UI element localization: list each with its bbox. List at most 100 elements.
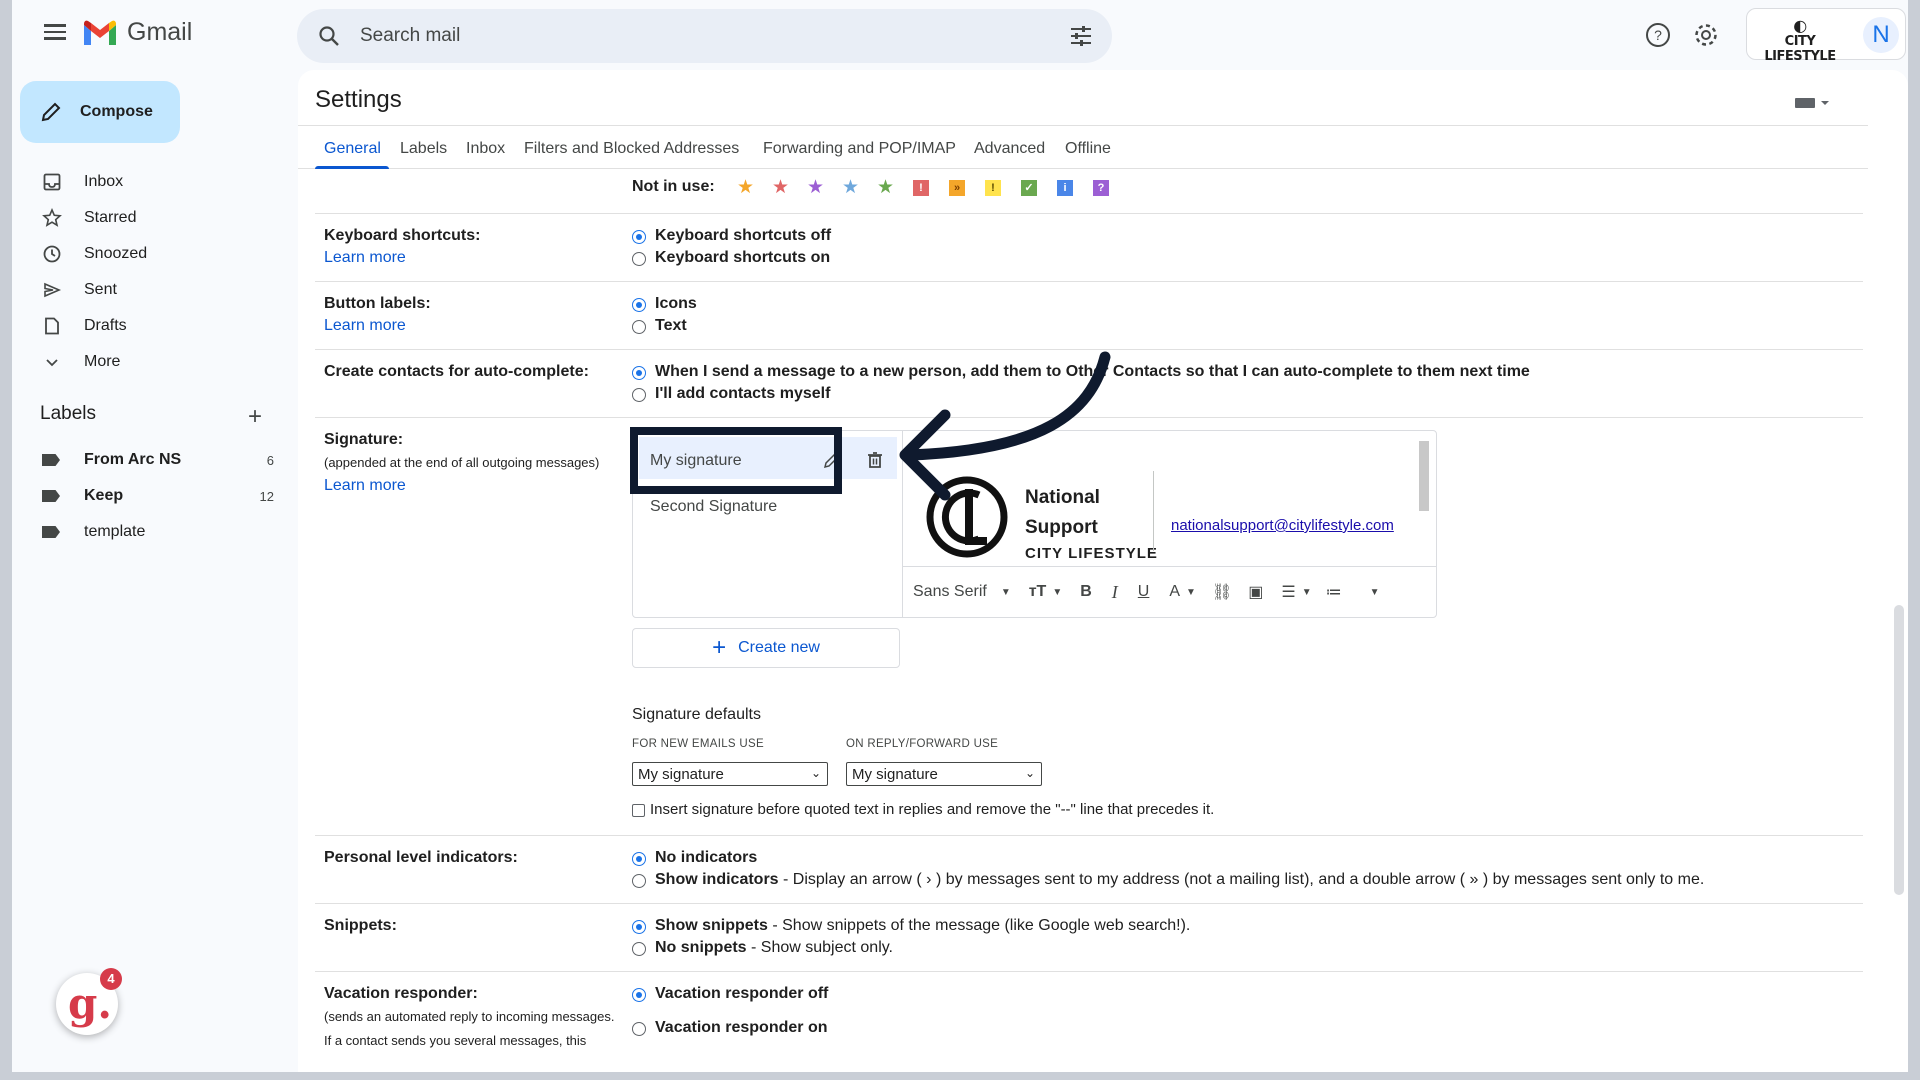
sidebar-item-snoozed[interactable]: Snoozed [12, 236, 292, 272]
show-indicators-label[interactable]: Show indicators - Display an arrow ( › )… [655, 871, 1704, 889]
vacation-off-radio[interactable] [632, 988, 646, 1002]
account-switcher[interactable]: ◐ CITY LIFESTYLE N [1746, 8, 1906, 64]
divider [315, 835, 1863, 836]
tab-inbox[interactable]: Inbox [466, 140, 505, 158]
yellow-bang-icon[interactable]: ! [985, 180, 1001, 196]
tab-offline[interactable]: Offline [1065, 140, 1111, 158]
green-check-icon[interactable]: ✓ [1021, 180, 1037, 196]
search-icon[interactable] [317, 24, 341, 48]
help-icon[interactable]: ? [1644, 21, 1672, 49]
plus-icon: + [712, 634, 727, 661]
keyboard-on-radio[interactable] [632, 252, 646, 266]
text-radio[interactable] [632, 320, 646, 334]
purple-star-icon[interactable]: ★ [804, 178, 827, 198]
sidebar-item-drafts[interactable]: Drafts [12, 308, 292, 344]
bold-icon[interactable]: B [1080, 583, 1092, 601]
compose-button[interactable]: Compose [20, 81, 180, 143]
add-label-icon[interactable]: + [248, 405, 262, 429]
keyboard-off-label[interactable]: Keyboard shortcuts off [655, 227, 831, 245]
blue-info-icon[interactable]: i [1057, 180, 1073, 196]
editor-scrollbar[interactable] [1419, 441, 1429, 511]
more-formatting-icon[interactable]: ▼ [1364, 587, 1380, 598]
tab-forwarding[interactable]: Forwarding and POP/IMAP [763, 140, 956, 158]
show-indicators-radio[interactable] [632, 874, 646, 888]
divider [315, 281, 1863, 282]
red-star-icon[interactable]: ★ [769, 178, 792, 198]
sidebar-item-inbox[interactable]: Inbox [12, 164, 292, 200]
keyboard-on-label[interactable]: Keyboard shortcuts on [655, 249, 830, 267]
no-snippets-label[interactable]: No snippets - Show subject only. [655, 939, 893, 957]
manual-contacts-radio[interactable] [632, 388, 646, 402]
green-star-icon[interactable]: ★ [874, 178, 897, 198]
search-options-icon[interactable] [1068, 23, 1094, 49]
signature-item-name[interactable]: Second Signature [650, 498, 777, 516]
learn-more-link[interactable]: Learn more [324, 477, 406, 495]
vacation-off-label[interactable]: Vacation responder off [655, 985, 828, 1003]
font-size-icon[interactable]: тT ▼ [1029, 583, 1063, 601]
tab-labels[interactable]: Labels [400, 140, 447, 158]
auto-add-contacts-radio[interactable] [632, 366, 646, 380]
gmail-logo[interactable]: Gmail [82, 18, 192, 47]
orange-star-icon[interactable]: ★ [734, 178, 757, 198]
gear-icon[interactable] [1692, 21, 1720, 49]
red-bang-icon[interactable]: ! [913, 180, 929, 196]
link-icon[interactable]: ⛓ [1212, 582, 1232, 602]
text-color-icon[interactable]: A ▼ [1169, 583, 1196, 601]
new-emails-signature-select[interactable]: My signature ⌄ [632, 762, 828, 786]
font-family-dropdown[interactable]: Sans Serif ▼ [913, 583, 1011, 601]
label-name: Keep [84, 487, 124, 504]
sidebar-item-sent[interactable]: Sent [12, 272, 292, 308]
learn-more-link[interactable]: Learn more [324, 249, 406, 267]
underline-icon[interactable]: U [1138, 583, 1150, 601]
avatar[interactable]: N [1863, 17, 1899, 53]
insert-image-icon[interactable]: ▣ [1248, 582, 1263, 602]
show-snippets-label[interactable]: Show snippets - Show snippets of the mes… [655, 917, 1190, 935]
label-item[interactable]: template [12, 514, 274, 550]
divider [315, 971, 1863, 972]
snippets-label: Snippets: [324, 917, 397, 934]
no-snippets-radio[interactable] [632, 942, 646, 956]
learn-more-link[interactable]: Learn more [324, 317, 406, 335]
vacation-on-label[interactable]: Vacation responder on [655, 1019, 827, 1037]
icons-radio[interactable] [632, 298, 646, 312]
orange-guillemet-icon[interactable]: » [949, 180, 965, 196]
no-indicators-label[interactable]: No indicators [655, 849, 757, 867]
search-bar[interactable]: Search mail [297, 9, 1112, 63]
vacation-on-radio[interactable] [632, 1022, 646, 1036]
sidebar-item-more[interactable]: More [12, 344, 292, 380]
reply-signature-select[interactable]: My signature ⌄ [846, 762, 1042, 786]
search-input[interactable]: Search mail [360, 25, 460, 47]
label-item[interactable]: From Arc NS 6 [12, 442, 274, 478]
numbered-list-icon[interactable]: ≔ [1326, 582, 1342, 602]
insert-before-quoted-checkbox[interactable] [632, 804, 645, 817]
main-menu-icon[interactable] [40, 20, 70, 50]
tab-filters[interactable]: Filters and Blocked Addresses [524, 140, 739, 158]
purple-question-icon[interactable]: ? [1093, 180, 1109, 196]
italic-icon[interactable]: I [1112, 582, 1118, 603]
divider [315, 213, 1863, 214]
align-icon[interactable]: ☰ ▼ [1281, 582, 1311, 602]
tab-advanced[interactable]: Advanced [974, 140, 1045, 158]
icons-label[interactable]: Icons [655, 295, 697, 313]
tab-general[interactable]: General [324, 140, 381, 158]
reply-caption: ON REPLY/FORWARD USE [846, 738, 999, 750]
manual-contacts-label[interactable]: I'll add contacts myself [655, 385, 830, 403]
keyboard-off-radio[interactable] [632, 230, 646, 244]
delete-signature-icon[interactable] [865, 450, 885, 470]
show-snippets-radio[interactable] [632, 920, 646, 934]
star-icon [42, 208, 62, 227]
keyboard-input-icon[interactable] [1793, 94, 1833, 112]
text-label[interactable]: Text [655, 317, 687, 335]
notification-badge: 4 [100, 968, 122, 990]
signature-email-link[interactable]: nationalsupport@citylifestyle.com [1171, 517, 1394, 534]
grammarly-extension-button[interactable]: g. 4 [56, 968, 122, 1035]
page-title: Settings [315, 86, 402, 113]
blue-star-icon[interactable]: ★ [839, 178, 862, 198]
label-item[interactable]: Keep 12 [12, 478, 274, 514]
create-new-signature-button[interactable]: + Create new [632, 628, 900, 668]
sidebar-item-starred[interactable]: Starred [12, 200, 292, 236]
insert-before-quoted-label[interactable]: Insert signature before quoted text in r… [650, 801, 1214, 818]
no-indicators-radio[interactable] [632, 852, 646, 866]
page-scrollbar[interactable] [1894, 605, 1904, 895]
star-options: ★ ★ ★ ★ ★ ! » ! ✓ i ? [734, 178, 1113, 198]
